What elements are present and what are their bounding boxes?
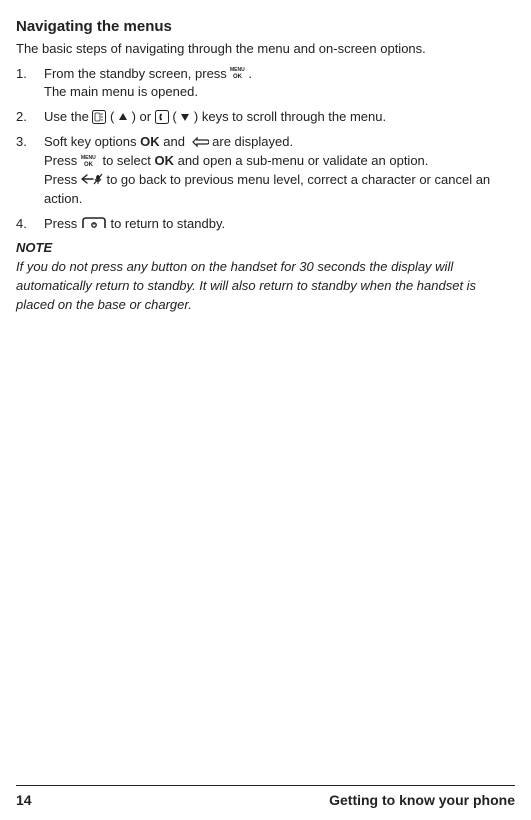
- back-mute-icon: [81, 172, 103, 186]
- note-body: If you do not press any button on the ha…: [16, 258, 515, 315]
- svg-text:OK: OK: [233, 74, 243, 80]
- steps-list: From the standby screen, press MENUOK. T…: [16, 65, 515, 234]
- step-text: .: [248, 66, 252, 81]
- menu-ok-icon: MENUOK: [81, 154, 99, 168]
- step-2: Use the ( ) or ( ) keys to scroll throug…: [16, 108, 515, 127]
- svg-text:OK: OK: [84, 162, 94, 168]
- step-text: are displayed.: [209, 134, 294, 149]
- step-text: to return to standby.: [107, 216, 225, 231]
- step-text: Press: [44, 172, 81, 187]
- step-text: From the standby screen, press: [44, 66, 230, 81]
- menu-ok-icon: MENUOK: [230, 66, 248, 80]
- page-number: 14: [16, 790, 32, 810]
- step-text: Soft key options: [44, 134, 140, 149]
- section-name: Getting to know your phone: [329, 790, 515, 810]
- step-text: (: [106, 109, 118, 124]
- step-text: to go back to previous menu level, corre…: [44, 172, 490, 206]
- step-3: Soft key options OK and are displayed. P…: [16, 133, 515, 208]
- step-4: Press to return to standby.: [16, 215, 515, 234]
- step-text: and: [160, 134, 189, 149]
- page-footer: 14 Getting to know your phone: [16, 785, 515, 810]
- svg-text:MENU: MENU: [230, 67, 245, 73]
- note-heading: NOTE: [16, 239, 515, 258]
- redial-key-icon: [155, 110, 169, 124]
- step-text: ) or: [128, 109, 155, 124]
- step-1: From the standby screen, press MENUOK. T…: [16, 65, 515, 103]
- step-text: to select: [99, 153, 155, 168]
- step-text: (: [169, 109, 181, 124]
- back-key-icon: [189, 136, 209, 148]
- section-heading: Navigating the menus: [16, 16, 515, 38]
- intro-text: The basic steps of navigating through th…: [16, 40, 515, 59]
- ok-label: OK: [154, 153, 174, 168]
- step-text: Use the: [44, 109, 92, 124]
- step-text: The main menu is opened.: [44, 84, 198, 99]
- step-text: and open a sub-menu or validate an optio…: [174, 153, 428, 168]
- up-arrow-icon: [118, 112, 128, 122]
- down-arrow-icon: [180, 112, 190, 122]
- step-text: ) keys to scroll through the menu.: [190, 109, 386, 124]
- svg-text:MENU: MENU: [81, 155, 96, 161]
- step-text: Press: [44, 153, 81, 168]
- contacts-key-icon: [92, 110, 106, 124]
- step-text: Press: [44, 216, 81, 231]
- end-call-icon: [81, 216, 107, 230]
- ok-label: OK: [140, 134, 160, 149]
